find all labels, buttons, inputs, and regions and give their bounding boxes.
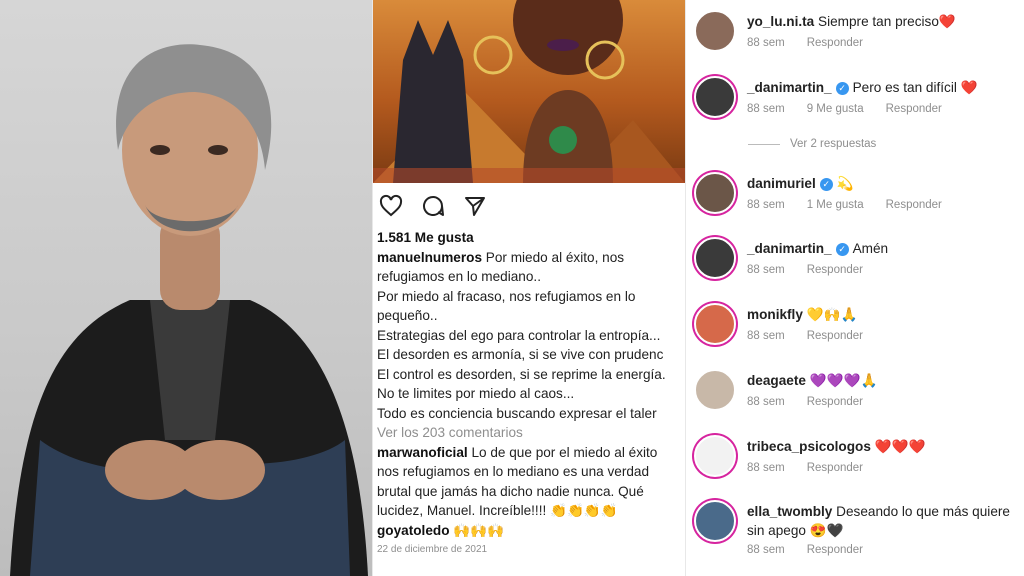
caption-line: Por miedo al fracaso, nos refugiamos en … [377, 288, 636, 304]
caption-line: El desorden es armonía, si se vive con p… [377, 347, 664, 362]
comment-text: Amén [852, 241, 889, 256]
view-replies-link[interactable]: Ver 2 respuestas [748, 138, 876, 150]
comment-username[interactable]: tribeca_psicologos [747, 439, 871, 454]
comment-username[interactable]: ella_twombly [747, 504, 832, 519]
comment-likes[interactable]: 9 Me gusta [807, 103, 864, 115]
likes-count[interactable]: 1.581 Me gusta [377, 228, 683, 248]
view-comments-link[interactable]: Ver los 203 comentarios [377, 423, 683, 443]
avatar[interactable] [694, 10, 736, 52]
caption-line: Por miedo al éxito, nos [485, 249, 625, 265]
caption-line: Todo es conciencia buscando expresar el … [377, 405, 657, 421]
post-date: 22 de diciembre de 2021 [377, 544, 488, 555]
reply-button[interactable]: Responder [807, 462, 863, 474]
comment-time: 88 sem [747, 396, 785, 408]
comment-time: 88 sem [747, 103, 785, 115]
verified-icon: ✓ [819, 177, 833, 191]
comment-username[interactable]: marwanoficial [377, 445, 468, 460]
reply-button[interactable]: Responder [886, 199, 942, 211]
caption-username[interactable]: manuelnumeros [377, 250, 482, 265]
comment-text: Pero es tan difícil ❤️ [852, 80, 978, 95]
comment-time: 88 sem [747, 264, 785, 276]
comment-line: lucidez, Manuel. Increíble!!!! 👏👏👏👏 [377, 503, 618, 518]
comment-icon[interactable] [421, 194, 445, 218]
post-image[interactable] [373, 0, 685, 183]
comment-text: Siempre tan preciso❤️ [818, 14, 956, 29]
avatar[interactable] [694, 172, 736, 214]
comment-time: 88 sem [747, 37, 785, 49]
avatar[interactable] [694, 369, 736, 411]
comment-text: 🙌🙌🙌 [453, 522, 505, 538]
comment-text: 💜💜💜🙏 [809, 373, 878, 388]
avatar[interactable] [694, 76, 736, 118]
reply-button[interactable]: Responder [807, 37, 863, 49]
comment-time: 88 sem [747, 199, 785, 211]
caption-line: Estrategias del ego para controlar la en… [377, 327, 661, 343]
comments-list: yo_lu.ni.ta Siempre tan preciso❤️ 88 sem… [686, 0, 1024, 576]
comment-text: 💛🙌🙏 [806, 307, 858, 322]
instagram-post: 1.581 Me gusta manuelnumeros Por miedo a… [373, 0, 685, 576]
comment-username[interactable]: monikfly [747, 307, 803, 322]
reply-button[interactable]: Responder [807, 396, 863, 408]
post-details: 1.581 Me gusta manuelnumeros Por miedo a… [377, 228, 683, 560]
comment-username[interactable]: danimuriel [747, 176, 816, 191]
caption-line: refugiamos en lo mediano.. [377, 269, 541, 284]
comment-time: 88 sem [747, 544, 785, 556]
caption-line: pequeño.. [377, 308, 438, 323]
verified-icon: ✓ [835, 242, 849, 256]
portrait-illustration [10, 44, 368, 576]
reply-button[interactable]: Responder [807, 264, 863, 276]
replies-divider [748, 143, 780, 145]
comment-line: nos refugiamos en lo mediano es una verd… [377, 464, 650, 479]
comment-time: 88 sem [747, 330, 785, 342]
comment-username[interactable]: _danimartin_ [747, 80, 832, 95]
avatar[interactable] [694, 435, 736, 477]
comment-likes[interactable]: 1 Me gusta [807, 199, 864, 211]
comment-text: 💫 [836, 176, 854, 191]
avatar[interactable] [694, 303, 736, 345]
comment-time: 88 sem [747, 462, 785, 474]
comment-text: ❤️❤️❤️ [874, 439, 926, 454]
reply-button[interactable]: Responder [807, 544, 863, 556]
reply-button[interactable]: Responder [807, 330, 863, 342]
replies-label[interactable]: Ver 2 respuestas [790, 138, 876, 150]
caption-line: No te limites por miedo al caos... [377, 386, 575, 401]
comment-username[interactable]: deagaete [747, 373, 806, 388]
comment-line: brutal que jamás ha dicho nadie nunca. Q… [377, 483, 644, 499]
caption-line: El control es desorden, si se reprime la… [377, 366, 666, 382]
comment-username[interactable]: yo_lu.ni.ta [747, 14, 814, 29]
portrait-photo [0, 0, 372, 576]
verified-icon: ✓ [835, 81, 849, 95]
avatar[interactable] [694, 500, 736, 542]
reply-button[interactable]: Responder [886, 103, 942, 115]
comment-line: Lo de que por el miedo al éxito [471, 444, 658, 460]
share-icon[interactable] [463, 194, 487, 218]
avatar[interactable] [694, 237, 736, 279]
comment-username[interactable]: _danimartin_ [747, 241, 832, 256]
comment-username[interactable]: goyatoledo [377, 523, 450, 538]
heart-icon[interactable] [379, 194, 403, 218]
